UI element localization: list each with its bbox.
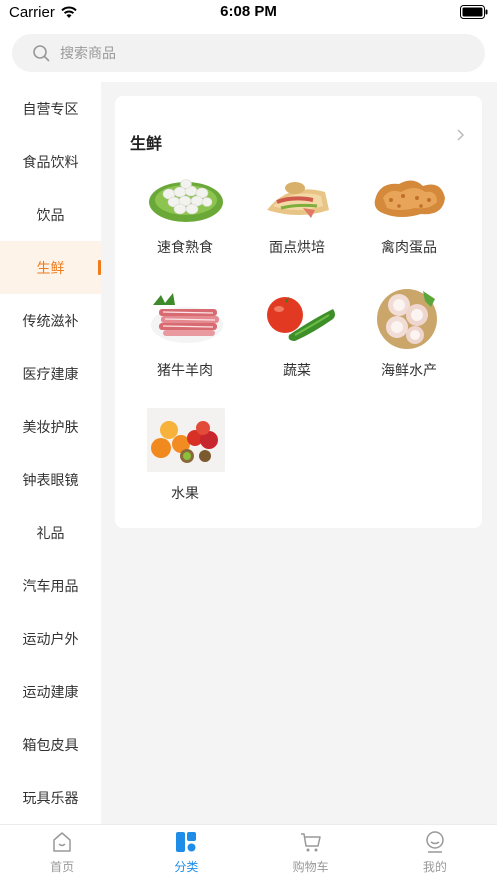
sidebar-item-label: 饮品 <box>36 207 65 224</box>
bottom-tab-bar: 首页 分类 购物车 我的 <box>0 824 497 883</box>
cart-icon <box>300 833 321 852</box>
subcategory-item[interactable]: 速食熟食 <box>129 160 241 280</box>
sidebar-item[interactable]: 传统滋补 <box>0 294 101 347</box>
clock: 6:08 PM <box>220 3 277 20</box>
crepe-image <box>259 162 337 226</box>
subcategory-label: 海鲜水产 <box>381 363 437 379</box>
category-icon <box>176 832 197 852</box>
search-bar[interactable]: 搜索商品 <box>12 34 485 72</box>
tomato-cucumber-image <box>259 285 337 349</box>
tab-label: 购物车 <box>292 860 329 874</box>
quail-eggs-image <box>147 162 225 226</box>
category-sidebar: 自营专区 食品饮料 饮品 生鲜 传统滋补 医疗建康 美妆护肤 钟表眼镜 礼品 汽… <box>0 82 101 824</box>
sidebar-item[interactable]: 礼品 <box>0 506 101 559</box>
subcategory-label: 猪牛羊肉 <box>157 363 213 379</box>
profile-icon <box>426 831 444 853</box>
sidebar-item-label: 传统滋补 <box>22 313 79 330</box>
battery-icon <box>460 5 488 19</box>
subcategory-label: 禽肉蛋品 <box>381 240 437 256</box>
status-bar: Carrier 6:08 PM <box>0 0 497 26</box>
main-content: 生鲜 速食熟食 面点烘培 禽肉蛋品 猪牛羊肉 蔬菜 海鲜水产 水果 <box>101 82 497 824</box>
subcategory-label: 面点烘培 <box>269 240 325 256</box>
sidebar-item[interactable]: 运动建康 <box>0 665 101 718</box>
tab-home[interactable]: 首页 <box>0 825 124 883</box>
sidebar-item[interactable]: 运动户外 <box>0 612 101 665</box>
sidebar-item-active[interactable]: 生鲜 <box>0 241 101 294</box>
sidebar-item[interactable]: 饮品 <box>0 188 101 241</box>
sidebar-item-label: 钟表眼镜 <box>22 472 79 489</box>
subcategory-item[interactable]: 猪牛羊肉 <box>129 283 241 403</box>
sidebar-item-label: 礼品 <box>36 525 65 542</box>
subcategory-card: 生鲜 速食熟食 面点烘培 禽肉蛋品 猪牛羊肉 蔬菜 海鲜水产 水果 <box>115 96 482 528</box>
sidebar-item-label: 生鲜 <box>36 260 65 277</box>
scallops-image <box>371 285 449 349</box>
subcategory-item[interactable]: 面点烘培 <box>241 160 353 280</box>
sidebar-item-label: 运动建康 <box>22 684 79 701</box>
subcategory-item[interactable]: 禽肉蛋品 <box>353 160 465 280</box>
tab-label: 我的 <box>422 860 447 874</box>
sidebar-item-label: 医疗建康 <box>22 366 79 383</box>
subcategory-item[interactable]: 水果 <box>129 406 241 526</box>
subcategory-label: 速食熟食 <box>157 240 213 256</box>
sidebar-item[interactable]: 箱包皮具 <box>0 718 101 771</box>
search-icon <box>33 45 50 62</box>
search-placeholder: 搜索商品 <box>60 46 116 62</box>
tab-profile[interactable]: 我的 <box>373 825 497 883</box>
subcategory-item[interactable]: 海鲜水产 <box>353 283 465 403</box>
sidebar-item-label: 自营专区 <box>22 101 79 118</box>
fruits-image <box>147 408 225 472</box>
sidebar-item[interactable]: 医疗建康 <box>0 347 101 400</box>
sidebar-item-label: 美妆护肤 <box>22 419 79 436</box>
subcategory-label: 水果 <box>171 486 199 502</box>
sidebar-item-label: 玩具乐器 <box>22 790 79 807</box>
tab-cart[interactable]: 购物车 <box>249 825 373 883</box>
card-title: 生鲜 <box>130 134 163 153</box>
sidebar-item[interactable]: 食品饮料 <box>0 135 101 188</box>
sidebar-item-label: 运动户外 <box>22 631 79 648</box>
sidebar-item[interactable]: 汽车用品 <box>0 559 101 612</box>
sidebar-item-label: 箱包皮具 <box>22 737 79 754</box>
sidebar-item[interactable]: 钟表眼镜 <box>0 453 101 506</box>
subcategory-item[interactable]: 蔬菜 <box>241 283 353 403</box>
sidebar-item[interactable]: 美妆护肤 <box>0 400 101 453</box>
fried-chicken-image <box>371 162 449 226</box>
sidebar-item[interactable]: 自营专区 <box>0 82 101 135</box>
tab-label: 分类 <box>174 860 199 874</box>
sidebar-item[interactable]: 玩具乐器 <box>0 771 101 824</box>
home-icon <box>53 832 71 852</box>
chevron-right-icon[interactable] <box>455 126 467 144</box>
sidebar-item-label: 汽车用品 <box>22 578 79 595</box>
tab-label: 首页 <box>50 860 75 874</box>
tab-category[interactable]: 分类 <box>124 825 248 883</box>
meat-slices-image <box>147 285 225 349</box>
subcategory-label: 蔬菜 <box>283 363 311 379</box>
sidebar-item-label: 食品饮料 <box>22 154 79 171</box>
